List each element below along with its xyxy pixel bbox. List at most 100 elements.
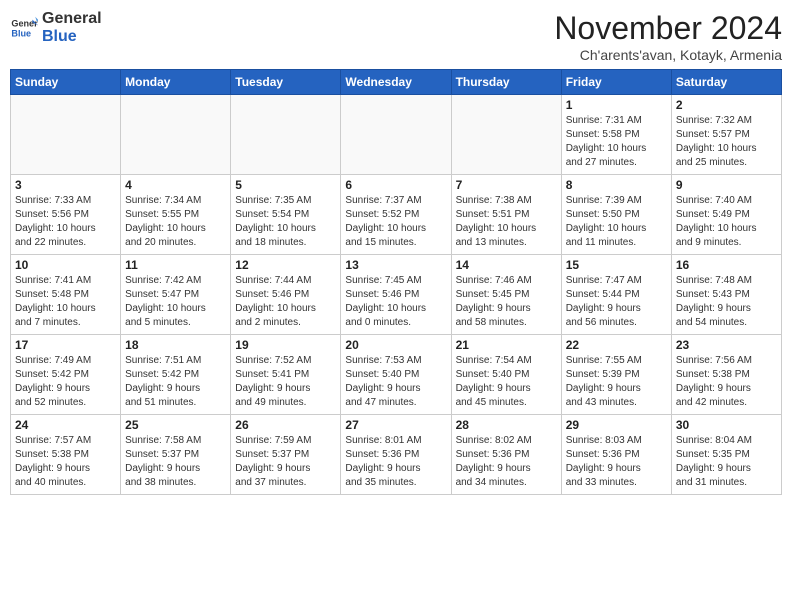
day-number: 22 [566, 338, 667, 352]
day-number: 28 [456, 418, 557, 432]
logo-blue-text: Blue [42, 28, 77, 45]
calendar-cell: 19 Sunrise: 7:52 AM Sunset: 5:41 PM Dayli… [231, 335, 341, 415]
day-number: 1 [566, 98, 667, 112]
day-info: Sunrise: 7:40 AM Sunset: 5:49 PM Dayligh… [676, 194, 777, 250]
calendar-cell: 8 Sunrise: 7:39 AM Sunset: 5:50 PM Daylig… [561, 175, 671, 255]
day-number: 20 [345, 338, 446, 352]
svg-text:Blue: Blue [11, 28, 31, 38]
day-number: 9 [676, 178, 777, 192]
day-info: Sunrise: 7:33 AM Sunset: 5:56 PM Dayligh… [15, 194, 116, 250]
day-number: 30 [676, 418, 777, 432]
calendar-cell: 4 Sunrise: 7:34 AM Sunset: 5:55 PM Daylig… [121, 175, 231, 255]
day-number: 27 [345, 418, 446, 432]
calendar-cell [341, 95, 451, 175]
day-number: 24 [15, 418, 116, 432]
day-info: Sunrise: 7:47 AM Sunset: 5:44 PM Dayligh… [566, 274, 667, 330]
svg-text:General: General [11, 19, 38, 29]
calendar-subtitle: Ch'arents'avan, Kotayk, Armenia [554, 47, 782, 63]
calendar-cell: 24 Sunrise: 7:57 AM Sunset: 5:38 PM Dayli… [11, 415, 121, 495]
day-info: Sunrise: 7:56 AM Sunset: 5:38 PM Dayligh… [676, 354, 777, 410]
weekday-header-tuesday: Tuesday [231, 70, 341, 95]
day-info: Sunrise: 7:59 AM Sunset: 5:37 PM Dayligh… [235, 434, 336, 490]
calendar-cell: 6 Sunrise: 7:37 AM Sunset: 5:52 PM Daylig… [341, 175, 451, 255]
day-info: Sunrise: 7:42 AM Sunset: 5:47 PM Dayligh… [125, 274, 226, 330]
day-info: Sunrise: 7:57 AM Sunset: 5:38 PM Dayligh… [15, 434, 116, 490]
day-number: 13 [345, 258, 446, 272]
calendar-cell: 14 Sunrise: 7:46 AM Sunset: 5:45 PM Dayli… [451, 255, 561, 335]
calendar-cell [231, 95, 341, 175]
calendar-cell: 10 Sunrise: 7:41 AM Sunset: 5:48 PM Dayli… [11, 255, 121, 335]
calendar-cell: 9 Sunrise: 7:40 AM Sunset: 5:49 PM Daylig… [671, 175, 781, 255]
calendar-cell: 15 Sunrise: 7:47 AM Sunset: 5:44 PM Dayli… [561, 255, 671, 335]
day-info: Sunrise: 7:55 AM Sunset: 5:39 PM Dayligh… [566, 354, 667, 410]
day-number: 19 [235, 338, 336, 352]
day-number: 15 [566, 258, 667, 272]
weekday-header-saturday: Saturday [671, 70, 781, 95]
calendar-cell: 13Sunrise: 7:45 AM Sunset: 5:46 PM Dayli… [341, 255, 451, 335]
day-info: Sunrise: 7:35 AM Sunset: 5:54 PM Dayligh… [235, 194, 336, 250]
calendar-title: November 2024 [554, 10, 782, 47]
day-number: 17 [15, 338, 116, 352]
weekday-header-friday: Friday [561, 70, 671, 95]
day-info: Sunrise: 7:32 AM Sunset: 5:57 PM Dayligh… [676, 114, 777, 170]
day-info: Sunrise: 7:44 AM Sunset: 5:46 PM Dayligh… [235, 274, 336, 330]
day-number: 18 [125, 338, 226, 352]
day-info: Sunrise: 7:31 AM Sunset: 5:58 PM Dayligh… [566, 114, 667, 170]
day-info: Sunrise: 8:02 AM Sunset: 5:36 PM Dayligh… [456, 434, 557, 490]
weekday-header-sunday: Sunday [11, 70, 121, 95]
day-info: Sunrise: 7:58 AM Sunset: 5:37 PM Dayligh… [125, 434, 226, 490]
day-info: Sunrise: 7:49 AM Sunset: 5:42 PM Dayligh… [15, 354, 116, 410]
calendar-cell: 28 Sunrise: 8:02 AM Sunset: 5:36 PM Dayli… [451, 415, 561, 495]
calendar-cell: 18Sunrise: 7:51 AM Sunset: 5:42 PM Dayli… [121, 335, 231, 415]
day-number: 2 [676, 98, 777, 112]
page-header: General Blue General Blue November 2024 … [10, 10, 782, 63]
weekday-header-thursday: Thursday [451, 70, 561, 95]
day-info: Sunrise: 7:38 AM Sunset: 5:51 PM Dayligh… [456, 194, 557, 250]
day-info: Sunrise: 7:53 AM Sunset: 5:40 PM Dayligh… [345, 354, 446, 410]
day-info: Sunrise: 7:48 AM Sunset: 5:43 PM Dayligh… [676, 274, 777, 330]
calendar-cell: 27 Sunrise: 8:01 AM Sunset: 5:36 PM Dayli… [341, 415, 451, 495]
day-info: Sunrise: 8:01 AM Sunset: 5:36 PM Dayligh… [345, 434, 446, 490]
day-number: 26 [235, 418, 336, 432]
calendar-cell: 25 Sunrise: 7:58 AM Sunset: 5:37 PM Dayli… [121, 415, 231, 495]
day-info: Sunrise: 7:37 AM Sunset: 5:52 PM Dayligh… [345, 194, 446, 250]
weekday-header-monday: Monday [121, 70, 231, 95]
day-number: 6 [345, 178, 446, 192]
calendar-cell: 2 Sunrise: 7:32 AM Sunset: 5:57 PM Daylig… [671, 95, 781, 175]
calendar-cell: 20 Sunrise: 7:53 AM Sunset: 5:40 PM Dayli… [341, 335, 451, 415]
day-info: Sunrise: 7:41 AM Sunset: 5:48 PM Dayligh… [15, 274, 116, 330]
calendar-table: SundayMondayTuesdayWednesdayThursdayFrid… [10, 69, 782, 495]
day-info: Sunrise: 7:39 AM Sunset: 5:50 PM Dayligh… [566, 194, 667, 250]
calendar-cell: 11Sunrise: 7:42 AM Sunset: 5:47 PM Dayli… [121, 255, 231, 335]
day-number: 25 [125, 418, 226, 432]
calendar-cell [121, 95, 231, 175]
calendar-cell: 30 Sunrise: 8:04 AM Sunset: 5:35 PM Dayli… [671, 415, 781, 495]
day-info: Sunrise: 8:03 AM Sunset: 5:36 PM Dayligh… [566, 434, 667, 490]
day-number: 16 [676, 258, 777, 272]
day-info: Sunrise: 7:52 AM Sunset: 5:41 PM Dayligh… [235, 354, 336, 410]
logo-icon: General Blue [10, 14, 38, 42]
calendar-cell: 17 Sunrise: 7:49 AM Sunset: 5:42 PM Dayli… [11, 335, 121, 415]
day-info: Sunrise: 8:04 AM Sunset: 5:35 PM Dayligh… [676, 434, 777, 490]
calendar-cell: 22 Sunrise: 7:55 AM Sunset: 5:39 PM Dayli… [561, 335, 671, 415]
calendar-cell: 21Sunrise: 7:54 AM Sunset: 5:40 PM Dayli… [451, 335, 561, 415]
calendar-cell: 5Sunrise: 7:35 AM Sunset: 5:54 PM Daylig… [231, 175, 341, 255]
calendar-cell [11, 95, 121, 175]
calendar-cell: 3Sunrise: 7:33 AM Sunset: 5:56 PM Daylig… [11, 175, 121, 255]
calendar-cell: 1 Sunrise: 7:31 AM Sunset: 5:58 PM Daylig… [561, 95, 671, 175]
logo-general-text: General [42, 10, 102, 27]
day-number: 23 [676, 338, 777, 352]
day-number: 10 [15, 258, 116, 272]
title-block: November 2024 Ch'arents'avan, Kotayk, Ar… [554, 10, 782, 63]
weekday-header-wednesday: Wednesday [341, 70, 451, 95]
day-number: 8 [566, 178, 667, 192]
day-number: 4 [125, 178, 226, 192]
calendar-cell: 12Sunrise: 7:44 AM Sunset: 5:46 PM Dayli… [231, 255, 341, 335]
calendar-cell: 16 Sunrise: 7:48 AM Sunset: 5:43 PM Dayli… [671, 255, 781, 335]
day-info: Sunrise: 7:54 AM Sunset: 5:40 PM Dayligh… [456, 354, 557, 410]
day-number: 14 [456, 258, 557, 272]
calendar-cell: 7Sunrise: 7:38 AM Sunset: 5:51 PM Daylig… [451, 175, 561, 255]
calendar-cell: 29Sunrise: 8:03 AM Sunset: 5:36 PM Dayli… [561, 415, 671, 495]
day-info: Sunrise: 7:46 AM Sunset: 5:45 PM Dayligh… [456, 274, 557, 330]
day-info: Sunrise: 7:34 AM Sunset: 5:55 PM Dayligh… [125, 194, 226, 250]
